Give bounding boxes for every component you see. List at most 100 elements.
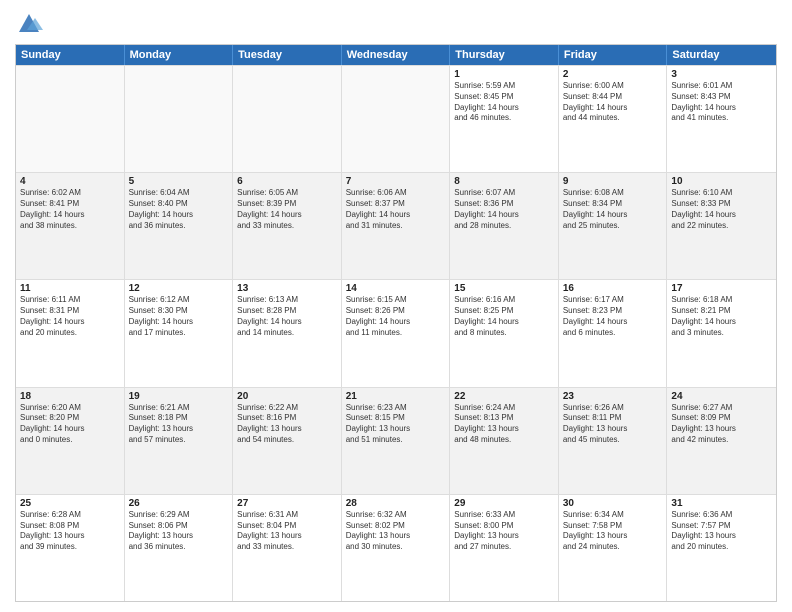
day-info: Sunrise: 6:06 AM Sunset: 8:37 PM Dayligh…: [346, 188, 446, 231]
day-info: Sunrise: 5:59 AM Sunset: 8:45 PM Dayligh…: [454, 81, 554, 124]
header-day-sunday: Sunday: [16, 45, 125, 65]
day-number: 13: [237, 283, 337, 294]
day-info: Sunrise: 6:23 AM Sunset: 8:15 PM Dayligh…: [346, 403, 446, 446]
day-number: 23: [563, 391, 663, 402]
day-info: Sunrise: 6:36 AM Sunset: 7:57 PM Dayligh…: [671, 510, 772, 553]
header-day-tuesday: Tuesday: [233, 45, 342, 65]
day-cell-6: 6Sunrise: 6:05 AM Sunset: 8:39 PM Daylig…: [233, 173, 342, 279]
day-number: 2: [563, 69, 663, 80]
day-cell-21: 21Sunrise: 6:23 AM Sunset: 8:15 PM Dayli…: [342, 388, 451, 494]
day-info: Sunrise: 6:20 AM Sunset: 8:20 PM Dayligh…: [20, 403, 120, 446]
day-number: 10: [671, 176, 772, 187]
empty-cell: [125, 66, 234, 172]
calendar-body: 1Sunrise: 5:59 AM Sunset: 8:45 PM Daylig…: [16, 65, 776, 601]
calendar-row-3: 11Sunrise: 6:11 AM Sunset: 8:31 PM Dayli…: [16, 279, 776, 386]
calendar-row-5: 25Sunrise: 6:28 AM Sunset: 8:08 PM Dayli…: [16, 494, 776, 601]
calendar-header: SundayMondayTuesdayWednesdayThursdayFrid…: [16, 45, 776, 65]
day-info: Sunrise: 6:18 AM Sunset: 8:21 PM Dayligh…: [671, 295, 772, 338]
day-info: Sunrise: 6:31 AM Sunset: 8:04 PM Dayligh…: [237, 510, 337, 553]
day-cell-10: 10Sunrise: 6:10 AM Sunset: 8:33 PM Dayli…: [667, 173, 776, 279]
day-number: 15: [454, 283, 554, 294]
day-info: Sunrise: 6:08 AM Sunset: 8:34 PM Dayligh…: [563, 188, 663, 231]
day-number: 18: [20, 391, 120, 402]
header-day-thursday: Thursday: [450, 45, 559, 65]
day-info: Sunrise: 6:16 AM Sunset: 8:25 PM Dayligh…: [454, 295, 554, 338]
header-day-saturday: Saturday: [667, 45, 776, 65]
day-number: 19: [129, 391, 229, 402]
day-info: Sunrise: 6:04 AM Sunset: 8:40 PM Dayligh…: [129, 188, 229, 231]
day-number: 26: [129, 498, 229, 509]
day-cell-16: 16Sunrise: 6:17 AM Sunset: 8:23 PM Dayli…: [559, 280, 668, 386]
page: SundayMondayTuesdayWednesdayThursdayFrid…: [0, 0, 792, 612]
day-number: 7: [346, 176, 446, 187]
day-info: Sunrise: 6:29 AM Sunset: 8:06 PM Dayligh…: [129, 510, 229, 553]
day-cell-2: 2Sunrise: 6:00 AM Sunset: 8:44 PM Daylig…: [559, 66, 668, 172]
day-cell-5: 5Sunrise: 6:04 AM Sunset: 8:40 PM Daylig…: [125, 173, 234, 279]
day-cell-22: 22Sunrise: 6:24 AM Sunset: 8:13 PM Dayli…: [450, 388, 559, 494]
day-cell-11: 11Sunrise: 6:11 AM Sunset: 8:31 PM Dayli…: [16, 280, 125, 386]
day-info: Sunrise: 6:11 AM Sunset: 8:31 PM Dayligh…: [20, 295, 120, 338]
header: [15, 10, 777, 38]
logo: [15, 10, 47, 38]
day-number: 22: [454, 391, 554, 402]
day-number: 17: [671, 283, 772, 294]
day-info: Sunrise: 6:15 AM Sunset: 8:26 PM Dayligh…: [346, 295, 446, 338]
day-cell-30: 30Sunrise: 6:34 AM Sunset: 7:58 PM Dayli…: [559, 495, 668, 601]
day-number: 31: [671, 498, 772, 509]
day-number: 9: [563, 176, 663, 187]
header-day-friday: Friday: [559, 45, 668, 65]
day-info: Sunrise: 6:02 AM Sunset: 8:41 PM Dayligh…: [20, 188, 120, 231]
day-cell-27: 27Sunrise: 6:31 AM Sunset: 8:04 PM Dayli…: [233, 495, 342, 601]
day-number: 27: [237, 498, 337, 509]
day-cell-28: 28Sunrise: 6:32 AM Sunset: 8:02 PM Dayli…: [342, 495, 451, 601]
day-cell-25: 25Sunrise: 6:28 AM Sunset: 8:08 PM Dayli…: [16, 495, 125, 601]
day-info: Sunrise: 6:28 AM Sunset: 8:08 PM Dayligh…: [20, 510, 120, 553]
day-info: Sunrise: 6:13 AM Sunset: 8:28 PM Dayligh…: [237, 295, 337, 338]
day-cell-12: 12Sunrise: 6:12 AM Sunset: 8:30 PM Dayli…: [125, 280, 234, 386]
calendar-row-1: 1Sunrise: 5:59 AM Sunset: 8:45 PM Daylig…: [16, 65, 776, 172]
day-number: 1: [454, 69, 554, 80]
header-day-wednesday: Wednesday: [342, 45, 451, 65]
day-info: Sunrise: 6:24 AM Sunset: 8:13 PM Dayligh…: [454, 403, 554, 446]
day-number: 29: [454, 498, 554, 509]
day-number: 30: [563, 498, 663, 509]
day-number: 11: [20, 283, 120, 294]
empty-cell: [342, 66, 451, 172]
day-cell-8: 8Sunrise: 6:07 AM Sunset: 8:36 PM Daylig…: [450, 173, 559, 279]
day-number: 24: [671, 391, 772, 402]
day-cell-29: 29Sunrise: 6:33 AM Sunset: 8:00 PM Dayli…: [450, 495, 559, 601]
day-info: Sunrise: 6:00 AM Sunset: 8:44 PM Dayligh…: [563, 81, 663, 124]
calendar: SundayMondayTuesdayWednesdayThursdayFrid…: [15, 44, 777, 602]
day-number: 25: [20, 498, 120, 509]
day-cell-31: 31Sunrise: 6:36 AM Sunset: 7:57 PM Dayli…: [667, 495, 776, 601]
day-info: Sunrise: 6:22 AM Sunset: 8:16 PM Dayligh…: [237, 403, 337, 446]
day-cell-14: 14Sunrise: 6:15 AM Sunset: 8:26 PM Dayli…: [342, 280, 451, 386]
day-cell-7: 7Sunrise: 6:06 AM Sunset: 8:37 PM Daylig…: [342, 173, 451, 279]
day-info: Sunrise: 6:32 AM Sunset: 8:02 PM Dayligh…: [346, 510, 446, 553]
day-number: 21: [346, 391, 446, 402]
day-cell-26: 26Sunrise: 6:29 AM Sunset: 8:06 PM Dayli…: [125, 495, 234, 601]
day-cell-18: 18Sunrise: 6:20 AM Sunset: 8:20 PM Dayli…: [16, 388, 125, 494]
day-info: Sunrise: 6:10 AM Sunset: 8:33 PM Dayligh…: [671, 188, 772, 231]
day-info: Sunrise: 6:27 AM Sunset: 8:09 PM Dayligh…: [671, 403, 772, 446]
day-number: 3: [671, 69, 772, 80]
day-cell-9: 9Sunrise: 6:08 AM Sunset: 8:34 PM Daylig…: [559, 173, 668, 279]
day-info: Sunrise: 6:12 AM Sunset: 8:30 PM Dayligh…: [129, 295, 229, 338]
day-number: 12: [129, 283, 229, 294]
calendar-row-4: 18Sunrise: 6:20 AM Sunset: 8:20 PM Dayli…: [16, 387, 776, 494]
day-info: Sunrise: 6:01 AM Sunset: 8:43 PM Dayligh…: [671, 81, 772, 124]
day-cell-20: 20Sunrise: 6:22 AM Sunset: 8:16 PM Dayli…: [233, 388, 342, 494]
day-info: Sunrise: 6:17 AM Sunset: 8:23 PM Dayligh…: [563, 295, 663, 338]
day-cell-24: 24Sunrise: 6:27 AM Sunset: 8:09 PM Dayli…: [667, 388, 776, 494]
logo-icon: [15, 10, 43, 38]
empty-cell: [233, 66, 342, 172]
day-info: Sunrise: 6:07 AM Sunset: 8:36 PM Dayligh…: [454, 188, 554, 231]
day-info: Sunrise: 6:26 AM Sunset: 8:11 PM Dayligh…: [563, 403, 663, 446]
day-cell-17: 17Sunrise: 6:18 AM Sunset: 8:21 PM Dayli…: [667, 280, 776, 386]
day-cell-3: 3Sunrise: 6:01 AM Sunset: 8:43 PM Daylig…: [667, 66, 776, 172]
day-number: 4: [20, 176, 120, 187]
day-cell-1: 1Sunrise: 5:59 AM Sunset: 8:45 PM Daylig…: [450, 66, 559, 172]
day-number: 6: [237, 176, 337, 187]
day-cell-15: 15Sunrise: 6:16 AM Sunset: 8:25 PM Dayli…: [450, 280, 559, 386]
day-cell-23: 23Sunrise: 6:26 AM Sunset: 8:11 PM Dayli…: [559, 388, 668, 494]
